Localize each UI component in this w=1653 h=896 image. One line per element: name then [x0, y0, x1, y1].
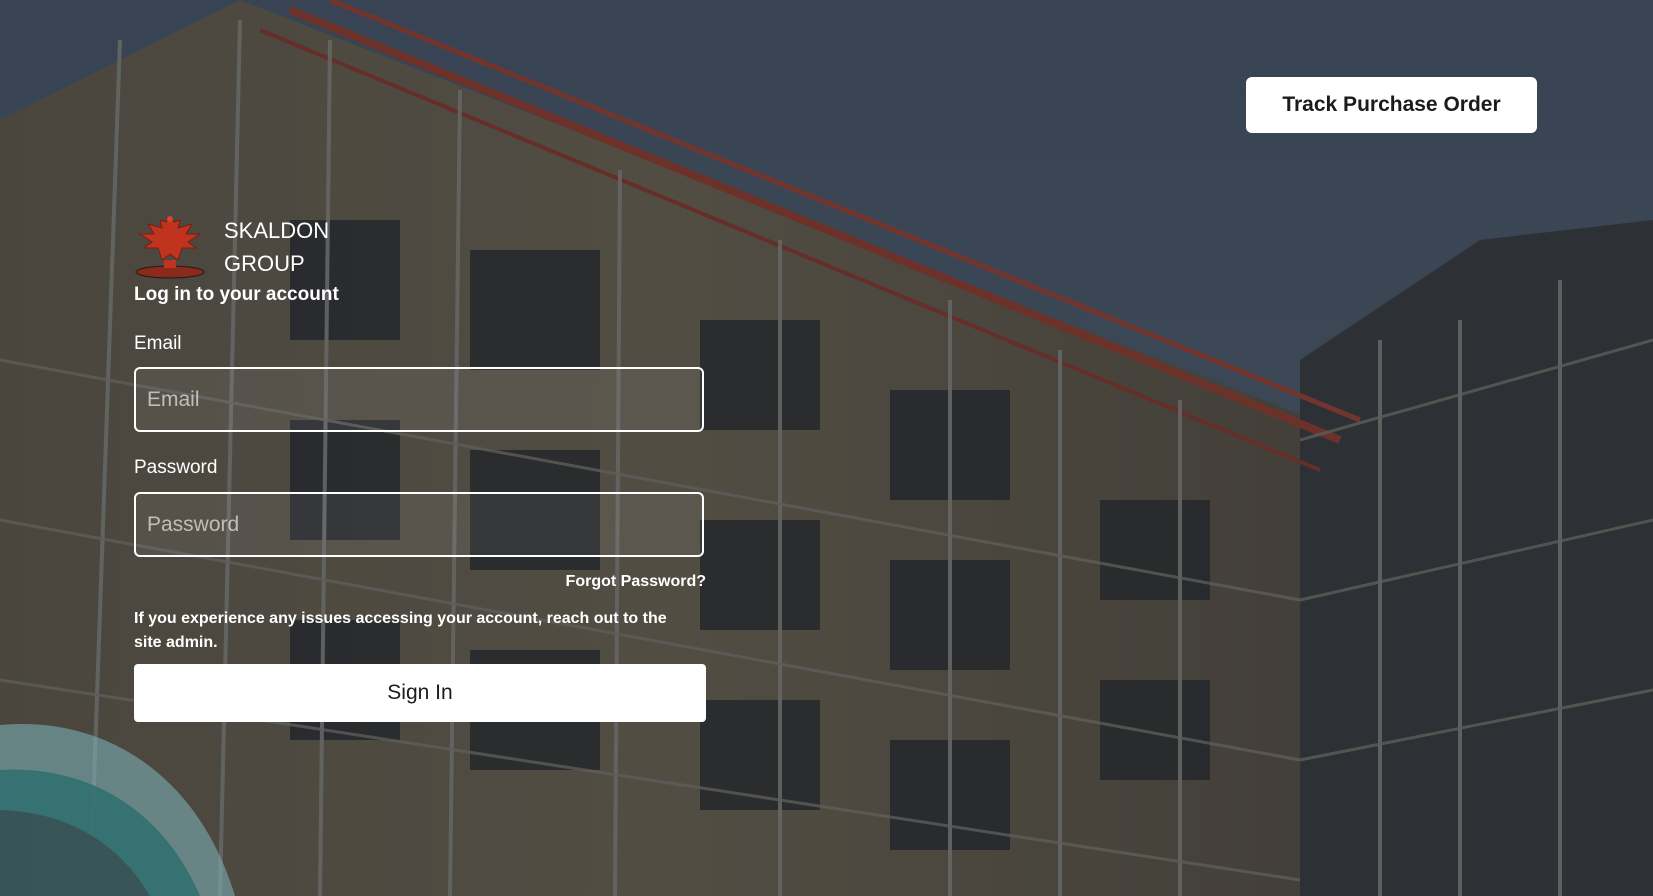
login-heading: Log in to your account — [134, 284, 339, 305]
email-field[interactable] — [134, 367, 704, 432]
sign-in-button[interactable]: Sign In — [134, 664, 706, 722]
brand-name: SKALDON GROUP — [224, 214, 329, 280]
background-building-image — [0, 0, 1653, 896]
password-label: Password — [134, 457, 218, 478]
email-label: Email — [134, 333, 182, 354]
brand-name-line2: GROUP — [224, 251, 305, 276]
password-field[interactable] — [134, 492, 704, 557]
support-notice: If you experience any issues accessing y… — [134, 610, 667, 651]
brand-name-line1: SKALDON — [224, 218, 330, 243]
forgot-password-link[interactable]: Forgot Password? — [566, 573, 706, 591]
brand-block: SKALDON GROUP — [134, 208, 329, 280]
eagle-crest-icon — [135, 215, 205, 279]
track-purchase-order-button[interactable]: Track Purchase Order — [1246, 77, 1537, 133]
